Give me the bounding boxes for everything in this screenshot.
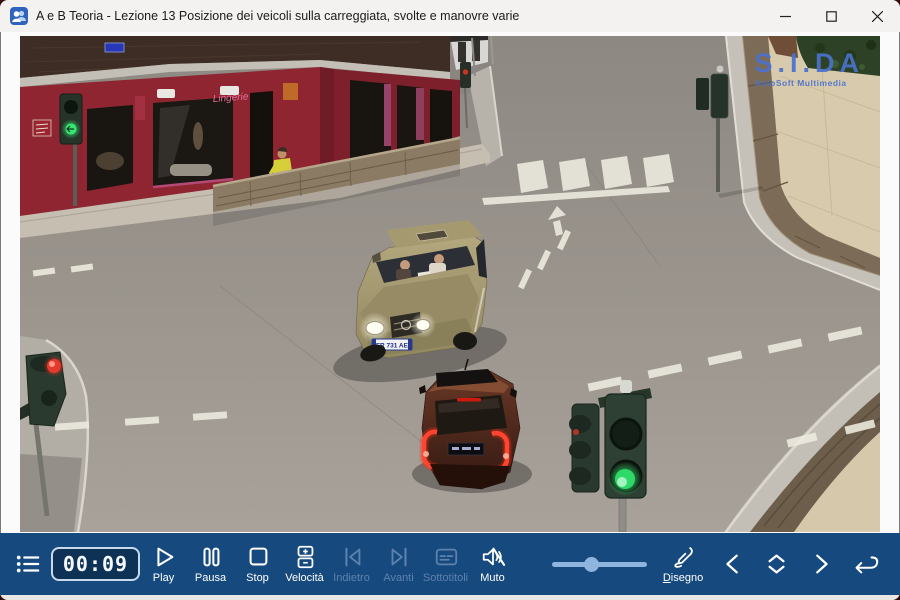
speed-label: Velocità	[285, 572, 324, 584]
draw-label: Disegno	[663, 572, 703, 584]
speed-button[interactable]: Velocità	[281, 544, 328, 584]
back-label: Indietro	[333, 572, 370, 584]
close-button[interactable]	[854, 0, 900, 32]
next-lesson-button[interactable]	[799, 550, 843, 578]
play-label: Play	[153, 572, 174, 584]
playback-toolbar: 00:09 Play Pausa Stop	[0, 533, 900, 595]
pen-icon	[669, 544, 697, 570]
subtitles-icon	[433, 544, 459, 570]
volume-slider-thumb[interactable]	[584, 557, 599, 572]
back-button[interactable]: Indietro	[328, 544, 375, 584]
draw-button[interactable]: Disegno	[655, 544, 711, 584]
maximize-button[interactable]	[808, 0, 854, 32]
stop-label: Stop	[246, 572, 269, 584]
list-icon	[15, 552, 41, 576]
minimize-button[interactable]	[762, 0, 808, 32]
skip-forward-icon	[386, 544, 412, 570]
subtitles-button[interactable]: Sottotitoli	[422, 544, 469, 584]
video-canvas: Lingerie	[20, 36, 880, 532]
app-icon	[10, 7, 28, 25]
forward-label: Avanti	[383, 572, 413, 584]
scene-3d-intersection: Lingerie	[20, 36, 880, 532]
fiat-license-plate	[448, 443, 484, 455]
mute-icon	[480, 544, 506, 570]
exit-return-button[interactable]	[843, 550, 887, 578]
pause-icon	[198, 544, 224, 570]
window-bottom-border	[0, 595, 900, 600]
subtitles-label: Sottotitoli	[423, 572, 468, 584]
mute-button[interactable]: Muto	[469, 544, 516, 584]
volume-slider[interactable]	[552, 551, 647, 577]
forward-button[interactable]: Avanti	[375, 544, 422, 584]
chevron-right-icon	[808, 551, 834, 577]
blue-plaque	[105, 43, 124, 52]
mute-label: Muto	[480, 572, 504, 584]
titlebar: A e B Teoria - Lezione 13 Posizione dei …	[0, 0, 900, 32]
window-controls	[762, 0, 900, 32]
speed-plus-minus-icon	[292, 544, 318, 570]
return-arrow-icon	[850, 551, 880, 577]
prev-lesson-button[interactable]	[711, 550, 755, 578]
orange-sign	[283, 83, 298, 100]
play-button[interactable]: Play	[140, 544, 187, 584]
playback-timer: 00:09	[51, 547, 140, 581]
red-signboard	[33, 120, 51, 136]
chapters-menu-button[interactable]	[15, 549, 45, 579]
stop-button[interactable]: Stop	[234, 544, 281, 584]
volume-slider-track[interactable]	[552, 562, 647, 567]
skip-back-icon	[339, 544, 365, 570]
stop-icon	[245, 544, 271, 570]
pause-button[interactable]: Pausa	[187, 544, 234, 584]
expand-collapse-button[interactable]	[755, 550, 799, 578]
chevron-up-down-icon	[764, 551, 790, 577]
app-window: A e B Teoria - Lezione 13 Posizione dei …	[0, 0, 900, 600]
play-icon	[151, 544, 177, 570]
chevron-left-icon	[720, 551, 746, 577]
window-title: A e B Teoria - Lezione 13 Posizione dei …	[36, 9, 519, 23]
pause-label: Pausa	[195, 572, 226, 584]
